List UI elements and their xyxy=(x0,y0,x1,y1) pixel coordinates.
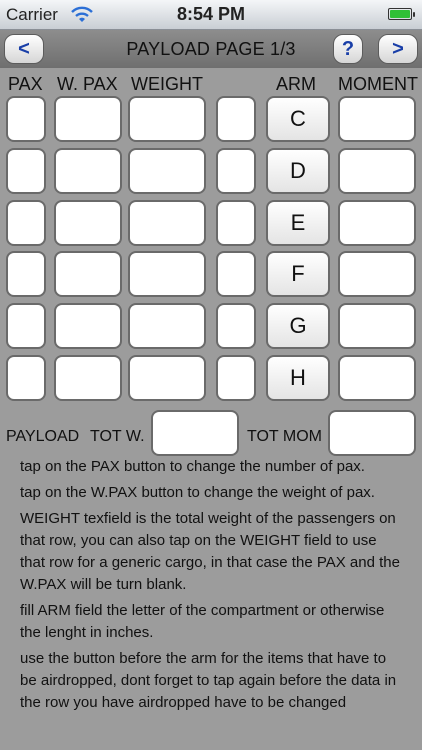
arm-header: ARM xyxy=(276,74,316,94)
payload-label: PAYLOAD xyxy=(6,428,80,445)
arm-field[interactable]: H xyxy=(266,355,330,401)
help-text: tap on the PAX button to change the numb… xyxy=(20,456,400,718)
moment-field[interactable] xyxy=(338,148,416,194)
moment-header: MOMENT xyxy=(338,74,418,94)
pax-button[interactable] xyxy=(6,200,46,246)
pax-header: PAX xyxy=(8,74,43,94)
help-button[interactable]: ? xyxy=(333,34,363,64)
airdrop-button[interactable] xyxy=(216,96,256,142)
moment-field[interactable] xyxy=(338,200,416,246)
weight-field[interactable] xyxy=(128,200,206,246)
arm-field[interactable]: D xyxy=(266,148,330,194)
help-line: use the button before the arm for the it… xyxy=(20,650,397,711)
moment-field[interactable] xyxy=(338,251,416,297)
help-line: WEIGHT texfield is the total weight of t… xyxy=(20,510,400,593)
wpax-header: W. PAX xyxy=(57,74,118,94)
pax-button[interactable] xyxy=(6,303,46,349)
weight-field[interactable] xyxy=(128,303,206,349)
battery-icon xyxy=(388,8,415,20)
moment-field[interactable] xyxy=(338,303,416,349)
pax-button[interactable] xyxy=(6,355,46,401)
status-time: 8:54 PM xyxy=(176,4,246,24)
arm-field[interactable]: F xyxy=(266,251,330,297)
weight-field[interactable] xyxy=(128,355,206,401)
airdrop-button[interactable] xyxy=(216,355,256,401)
weight-field[interactable] xyxy=(128,251,206,297)
tot-mom-field[interactable] xyxy=(328,410,416,456)
arm-field[interactable]: C xyxy=(266,96,330,142)
arm-field[interactable]: G xyxy=(266,303,330,349)
wpax-button[interactable] xyxy=(54,251,122,297)
pax-button[interactable] xyxy=(6,251,46,297)
wpax-button[interactable] xyxy=(54,96,122,142)
tot-w-label: TOT W. xyxy=(90,428,145,445)
status-bar: Carrier 8:54 PM xyxy=(0,0,422,30)
wpax-button[interactable] xyxy=(54,355,122,401)
arm-field[interactable]: E xyxy=(266,200,330,246)
weight-field[interactable] xyxy=(128,148,206,194)
wpax-button[interactable] xyxy=(54,200,122,246)
airdrop-button[interactable] xyxy=(216,251,256,297)
weight-header: WEIGHT xyxy=(131,74,203,94)
airdrop-button[interactable] xyxy=(216,148,256,194)
airdrop-button[interactable] xyxy=(216,303,256,349)
moment-field[interactable] xyxy=(338,355,416,401)
nav-bar: < PAYLOAD PAGE 1/3 ? > xyxy=(0,30,422,68)
weight-field[interactable] xyxy=(128,96,206,142)
pax-button[interactable] xyxy=(6,96,46,142)
pax-button[interactable] xyxy=(6,148,46,194)
help-line: fill ARM field the letter of the compart… xyxy=(20,602,385,641)
airdrop-button[interactable] xyxy=(216,200,256,246)
wpax-button[interactable] xyxy=(54,303,122,349)
moment-field[interactable] xyxy=(338,96,416,142)
tot-mom-label: TOT MOM xyxy=(247,428,322,445)
tot-w-field[interactable] xyxy=(151,410,239,456)
help-line: tap on the W.PAX button to change the we… xyxy=(20,484,375,501)
wpax-button[interactable] xyxy=(54,148,122,194)
help-line: tap on the PAX button to change the numb… xyxy=(20,458,365,475)
next-button[interactable]: > xyxy=(378,34,418,64)
